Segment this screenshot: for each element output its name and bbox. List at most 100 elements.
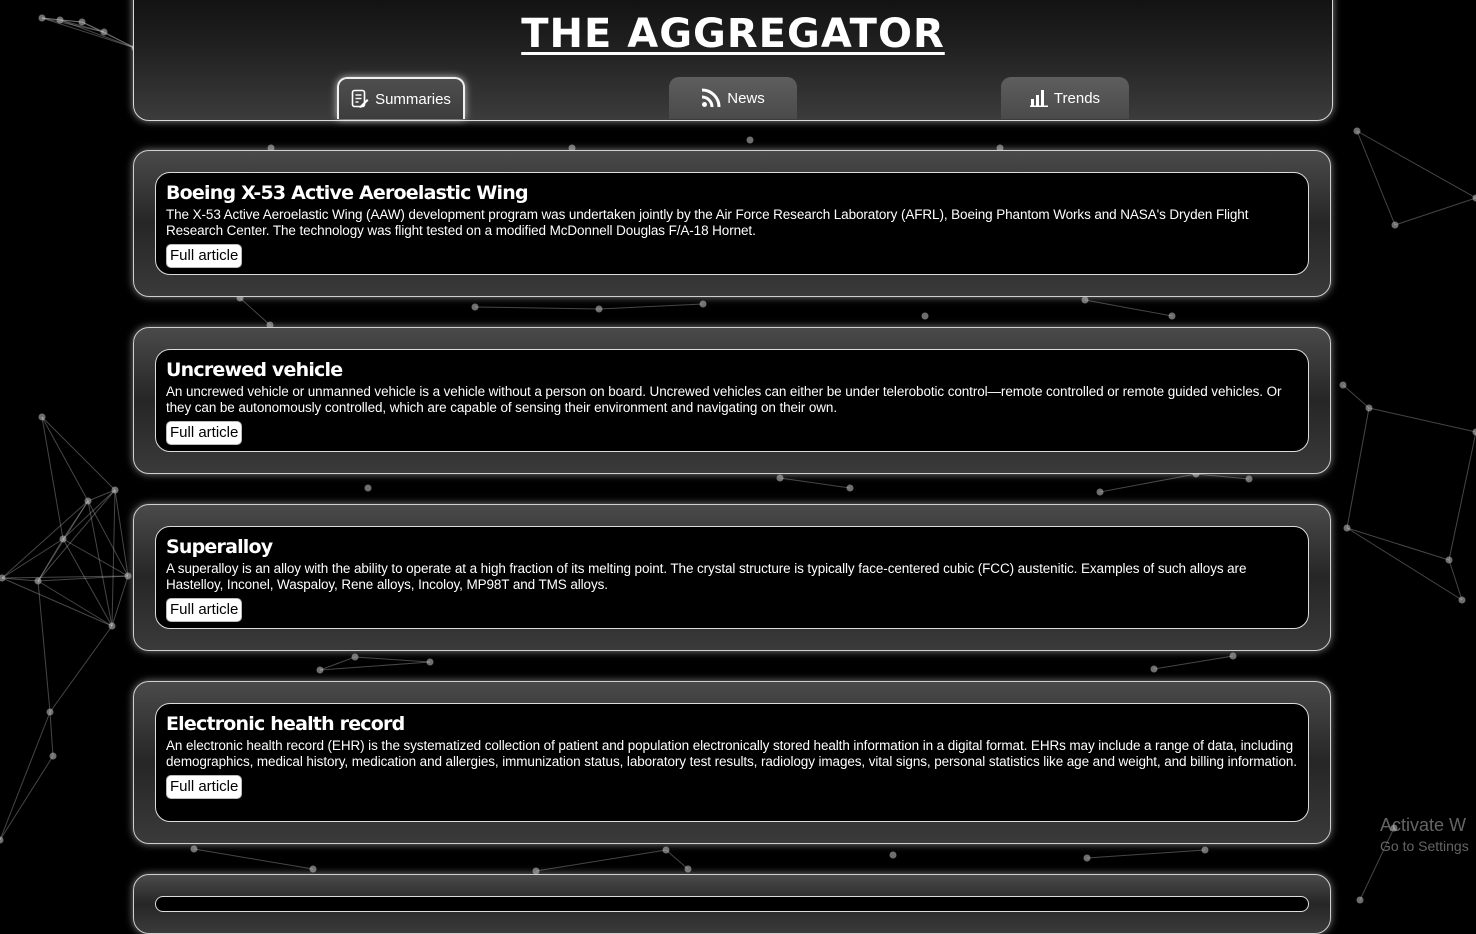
network-line bbox=[63, 490, 115, 539]
article-summary: The X-53 Active Aeroelastic Wing (AAW) d… bbox=[166, 207, 1298, 239]
network-node bbox=[1151, 666, 1158, 673]
full-article-button[interactable]: Full article bbox=[166, 775, 242, 799]
network-node bbox=[777, 475, 784, 482]
network-line bbox=[1154, 656, 1233, 669]
article-title: Superalloy bbox=[166, 537, 1298, 558]
network-node bbox=[1473, 195, 1476, 202]
full-article-button[interactable]: Full article bbox=[166, 421, 242, 445]
full-article-button[interactable]: Full article bbox=[166, 244, 242, 268]
network-node bbox=[1082, 297, 1089, 304]
network-node bbox=[890, 852, 897, 859]
watermark-line-2: Go to Settings bbox=[1380, 838, 1469, 854]
network-line bbox=[1369, 408, 1476, 432]
network-node bbox=[747, 137, 754, 144]
network-node bbox=[1169, 313, 1176, 320]
network-line bbox=[599, 304, 703, 309]
network-line bbox=[240, 298, 270, 325]
network-node bbox=[1392, 222, 1399, 229]
network-node bbox=[50, 753, 57, 760]
network-node bbox=[365, 485, 372, 492]
document-edit-icon bbox=[351, 89, 369, 109]
network-line bbox=[2, 501, 88, 578]
network-node bbox=[191, 846, 198, 853]
network-line bbox=[1449, 432, 1476, 560]
network-node bbox=[47, 709, 54, 716]
rss-icon bbox=[701, 88, 721, 108]
network-line bbox=[194, 849, 313, 869]
network-line bbox=[50, 626, 112, 712]
network-line bbox=[355, 657, 430, 662]
network-node bbox=[57, 17, 64, 24]
network-line bbox=[1347, 408, 1369, 528]
network-node bbox=[847, 485, 854, 492]
tab-trends-label: Trends bbox=[1054, 90, 1100, 107]
network-line bbox=[536, 850, 666, 871]
network-line bbox=[1085, 300, 1172, 316]
network-line bbox=[38, 581, 50, 712]
watermark-line-1: Activate W bbox=[1380, 815, 1469, 836]
article-card bbox=[133, 874, 1331, 934]
network-node bbox=[922, 313, 929, 320]
network-line bbox=[0, 712, 50, 840]
bar-chart-icon bbox=[1030, 89, 1048, 107]
network-node bbox=[1202, 847, 1209, 854]
network-line bbox=[475, 307, 599, 309]
network-node bbox=[101, 29, 108, 36]
network-node bbox=[685, 866, 692, 873]
network-node bbox=[663, 847, 670, 854]
network-line bbox=[1395, 198, 1476, 225]
network-node bbox=[1230, 653, 1237, 660]
article-card-body: Uncrewed vehicle An uncrewed vehicle or … bbox=[155, 349, 1309, 452]
article-card: Electronic health record An electronic h… bbox=[133, 681, 1331, 844]
network-node bbox=[109, 623, 116, 630]
network-node bbox=[1459, 597, 1466, 604]
app-title: THE AGGREGATOR bbox=[134, 11, 1332, 57]
tab-news[interactable]: News bbox=[669, 77, 797, 119]
network-node bbox=[125, 573, 132, 580]
article-card: Boeing X-53 Active Aeroelastic Wing The … bbox=[133, 150, 1331, 297]
network-node bbox=[310, 866, 317, 873]
network-line bbox=[780, 478, 850, 488]
network-node bbox=[596, 306, 603, 313]
network-line bbox=[112, 576, 128, 626]
network-line bbox=[1100, 474, 1196, 492]
article-card: Superalloy A superalloy is an alloy with… bbox=[133, 504, 1331, 651]
network-line bbox=[320, 662, 430, 670]
network-node bbox=[35, 578, 42, 585]
network-line bbox=[666, 850, 688, 869]
network-node bbox=[1246, 476, 1253, 483]
network-line bbox=[38, 539, 63, 581]
network-node bbox=[85, 498, 92, 505]
network-node bbox=[700, 301, 707, 308]
network-line bbox=[1347, 528, 1462, 600]
network-line bbox=[1343, 385, 1369, 408]
network-line bbox=[2, 539, 63, 578]
network-line bbox=[2, 578, 112, 626]
tab-trends[interactable]: Trends bbox=[1001, 77, 1129, 119]
article-title: Electronic health record bbox=[166, 714, 1298, 735]
tab-news-label: News bbox=[727, 90, 765, 107]
network-node bbox=[1340, 382, 1347, 389]
network-node bbox=[317, 667, 324, 674]
network-line bbox=[1087, 850, 1205, 858]
article-summary: An uncrewed vehicle or unmanned vehicle … bbox=[166, 384, 1298, 416]
network-node bbox=[1084, 855, 1091, 862]
network-line bbox=[38, 581, 112, 626]
article-title: Boeing X-53 Active Aeroelastic Wing bbox=[166, 183, 1298, 204]
article-summary: A superalloy is an alloy with the abilit… bbox=[166, 561, 1298, 593]
article-card-body: Boeing X-53 Active Aeroelastic Wing The … bbox=[155, 172, 1309, 275]
network-node bbox=[79, 19, 86, 26]
network-node bbox=[39, 15, 46, 22]
article-card-body bbox=[155, 896, 1309, 912]
network-line bbox=[1347, 528, 1449, 560]
article-summary: An electronic health record (EHR) is the… bbox=[166, 738, 1298, 770]
network-node bbox=[60, 536, 67, 543]
article-card: Uncrewed vehicle An uncrewed vehicle or … bbox=[133, 327, 1331, 474]
network-node bbox=[1344, 525, 1351, 532]
tab-summaries[interactable]: Summaries bbox=[337, 77, 465, 119]
network-node bbox=[1357, 897, 1364, 904]
full-article-button[interactable]: Full article bbox=[166, 598, 242, 622]
activate-windows-watermark: Activate W Go to Settings bbox=[1380, 815, 1469, 854]
network-line bbox=[1449, 560, 1462, 600]
network-line bbox=[1196, 474, 1249, 479]
